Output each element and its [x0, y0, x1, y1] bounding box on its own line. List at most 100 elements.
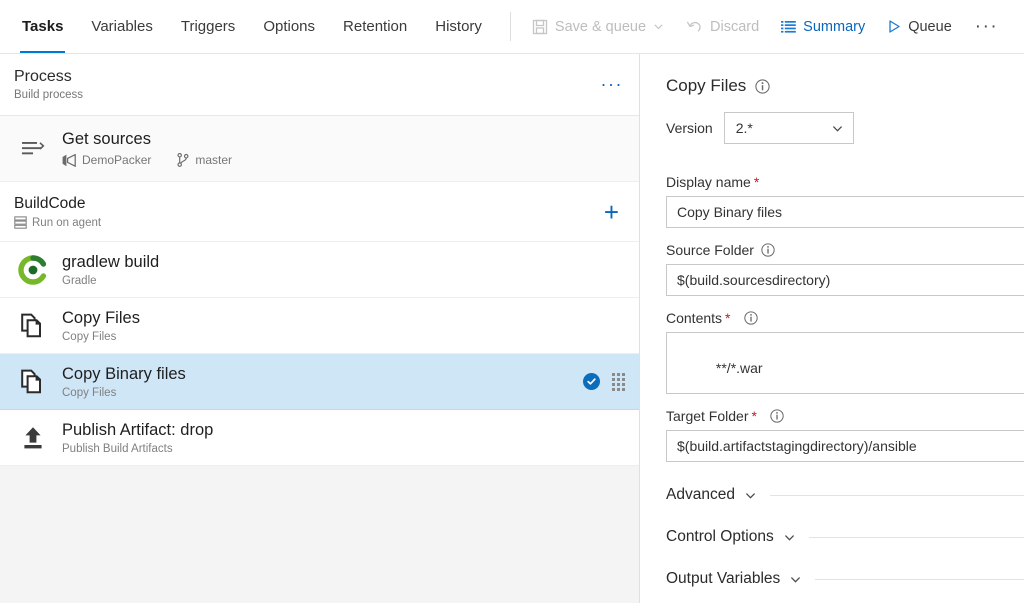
queue-label: Queue [908, 18, 952, 35]
chevron-down-icon [744, 489, 757, 502]
process-overflow-button[interactable]: ··· [601, 74, 623, 95]
summary-button[interactable]: Summary [770, 0, 876, 53]
get-sources-row[interactable]: Get sources DemoPacker master [0, 116, 639, 182]
section-advanced[interactable]: Advanced [666, 486, 1024, 504]
summary-icon [781, 20, 796, 34]
task-row-copy-binary-files[interactable]: Copy Binary files Copy Files [0, 354, 639, 410]
phase-subtitle-row: Run on agent [14, 216, 598, 229]
contents-field: Contents * **/*.war [666, 310, 1024, 394]
get-sources-icon [14, 130, 52, 168]
summary-label: Summary [803, 18, 866, 35]
source-folder-label-row: Source Folder [666, 242, 1024, 258]
target-folder-input[interactable]: $(build.artifactstagingdirectory)/ansibl… [666, 430, 1024, 462]
get-sources-meta: DemoPacker master [62, 153, 625, 167]
tab-retention[interactable]: Retention [329, 0, 421, 53]
add-task-label: + [603, 196, 619, 227]
display-name-input[interactable]: Copy Binary files [666, 196, 1024, 228]
queue-button[interactable]: Queue [876, 0, 963, 53]
tab-variables[interactable]: Variables [77, 0, 166, 53]
version-select[interactable]: 2.* [723, 112, 854, 144]
chevron-down-icon [653, 21, 664, 32]
tab-triggers[interactable]: Triggers [167, 0, 249, 53]
task-subtitle: Publish Build Artifacts [62, 442, 173, 455]
pipeline-card: Process Build process ··· Get sources De… [0, 54, 639, 466]
version-value: 2.* [735, 120, 753, 136]
azure-devops-pipeline-editor: Tasks Variables Triggers Options Retenti… [0, 0, 1024, 603]
section-output-variables-label: Output Variables [666, 570, 781, 587]
process-header[interactable]: Process Build process ··· [0, 54, 639, 116]
task-subtitle: Copy Files [62, 330, 117, 343]
info-icon[interactable] [743, 311, 758, 325]
publish-artifact-icon [14, 419, 52, 457]
tab-variables-label: Variables [91, 18, 153, 35]
info-icon[interactable] [770, 409, 784, 423]
repository-icon [62, 153, 76, 167]
section-control-options-label: Control Options [666, 528, 774, 545]
display-name-label: Display name [666, 174, 751, 190]
source-folder-input[interactable]: $(build.sourcesdirectory) [666, 264, 1024, 296]
section-advanced-label: Advanced [666, 486, 735, 503]
display-name-label-row: Display name * [666, 174, 1024, 190]
contents-label-row: Contents * [666, 310, 1024, 326]
undo-icon [686, 19, 703, 35]
details-header: Copy Files [666, 76, 1024, 96]
tab-tasks-label: Tasks [22, 18, 64, 35]
task-title: Copy Binary files [62, 364, 186, 383]
process-overflow-label: ··· [600, 74, 623, 94]
tab-history[interactable]: History [421, 0, 496, 53]
branch-icon [177, 153, 189, 167]
save-icon [532, 19, 548, 35]
version-label: Version [666, 120, 713, 136]
task-title: Publish Artifact: drop [62, 420, 214, 439]
tab-triggers-label: Triggers [180, 18, 236, 35]
task-row-copy-files[interactable]: Copy Files Copy Files [0, 298, 639, 354]
source-folder-field: Source Folder $(build.sourcesdirectory) [666, 242, 1024, 296]
section-divider [808, 536, 1024, 538]
section-output-variables[interactable]: Output Variables [666, 570, 1024, 588]
task-row-gradlew-build[interactable]: gradlew build Gradle [0, 242, 639, 298]
save-and-queue-button[interactable]: Save & queue [521, 0, 675, 53]
tab-options-label: Options [263, 18, 316, 35]
repository-name: DemoPacker [82, 153, 152, 167]
section-control-options[interactable]: Control Options [666, 528, 1024, 546]
section-divider [815, 578, 1024, 580]
copy-files-icon [14, 307, 52, 345]
agent-icon [14, 216, 27, 229]
target-folder-field: Target Folder * $(build.artifactstagingd… [666, 408, 1024, 462]
discard-label: Discard [710, 18, 760, 35]
gradle-icon [14, 251, 52, 289]
phase-row-buildcode[interactable]: BuildCode Run on agent + [0, 182, 639, 242]
branch-name: master [195, 153, 233, 167]
editor-body: Process Build process ··· Get sources De… [0, 54, 1024, 603]
branch-meta: master [177, 153, 232, 167]
toolbar-overflow-button[interactable]: ··· [963, 0, 1010, 53]
phase-title: BuildCode [14, 195, 86, 212]
task-drag-handle[interactable] [612, 372, 625, 391]
required-marker: * [751, 408, 757, 424]
info-icon[interactable] [755, 78, 770, 94]
tab-options[interactable]: Options [249, 0, 329, 53]
task-enabled-check-icon [583, 373, 600, 390]
task-title: Copy Files [62, 308, 140, 327]
chevron-down-icon [783, 531, 796, 544]
contents-value: **/*.war [715, 360, 763, 376]
add-task-button[interactable]: + [598, 199, 625, 225]
tab-tasks[interactable]: Tasks [8, 0, 77, 53]
contents-textarea[interactable]: **/*.war [666, 332, 1024, 394]
discard-button[interactable]: Discard [675, 0, 770, 53]
copy-files-icon [14, 363, 52, 401]
tab-bar: Tasks Variables Triggers Options Retenti… [0, 0, 1024, 54]
task-text: gradlew build Gradle [62, 253, 625, 287]
task-text: Copy Binary files Copy Files [62, 365, 583, 399]
get-sources-text: Get sources DemoPacker master [62, 130, 625, 167]
display-name-value: Copy Binary files [677, 204, 783, 220]
phase-subtitle: Run on agent [32, 216, 102, 229]
info-icon[interactable] [761, 243, 775, 257]
source-folder-label: Source Folder [666, 242, 754, 258]
target-folder-label: Target Folder [666, 408, 749, 424]
target-folder-value: $(build.artifactstagingdirectory)/ansibl… [677, 438, 917, 454]
toolbar-divider [509, 12, 511, 41]
source-folder-value: $(build.sourcesdirectory) [677, 272, 831, 288]
task-details-panel: Copy Files Version 2.* Display name * Co… [640, 54, 1024, 603]
task-row-publish-artifact[interactable]: Publish Artifact: drop Publish Build Art… [0, 410, 639, 466]
